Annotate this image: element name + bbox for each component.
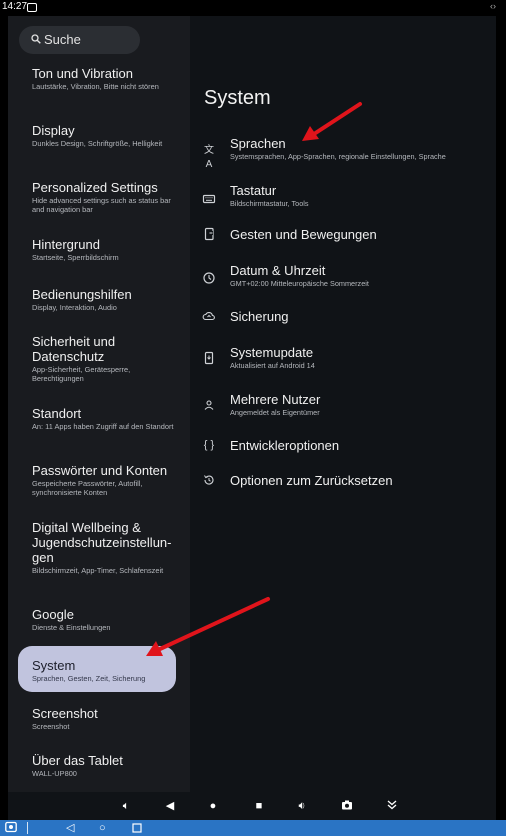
- setting-entwickleroptionen[interactable]: { } Entwickleroptionen: [190, 437, 496, 461]
- sidebar-item-ton-und-vibration[interactable]: Ton und Vibration Lautstärke, Vibration,…: [32, 66, 182, 91]
- recents-square-icon[interactable]: ■: [251, 799, 267, 813]
- sidebar-item-standort[interactable]: Standort An: 11 Apps haben Zugriff auf d…: [32, 406, 182, 431]
- navigation-bar: 🔈︎ ◀ ● ■ 🔉︎: [8, 792, 496, 820]
- volume-up-icon[interactable]: 🔉︎: [294, 799, 310, 813]
- sidebar-item-sicherheit-und-datenschutz[interactable]: Sicherheit und Datenschutz App-Sicherhei…: [32, 334, 182, 383]
- system-update-icon: [204, 351, 214, 365]
- setting-subtitle: Systemsprachen, App-Sprachen, regionale …: [230, 152, 446, 161]
- setting-datum-und-uhrzeit[interactable]: Datum & Uhrzeit GMT+02:00 Mitteleuropäis…: [190, 261, 496, 295]
- setting-sicherung[interactable]: Sicherung: [190, 308, 496, 332]
- sidebar-item-subtitle: Bildschirmzeit, App-Timer, Schlafenszeit: [32, 566, 164, 575]
- setting-title: Datum & Uhrzeit: [230, 263, 326, 278]
- setting-title: Tastatur: [230, 183, 277, 198]
- settings-screen: Suche Ton und Vibration Lautstärke, Vibr…: [8, 16, 496, 792]
- back-icon[interactable]: ◁: [66, 821, 74, 835]
- sidebar-item-subtitle: Dunkles Design, Schriftgröße, Helligkeit: [32, 139, 163, 148]
- screen-record-icon: [27, 3, 37, 12]
- setting-mehrere-nutzer[interactable]: Mehrere Nutzer Angemeldet als Eigentümer: [190, 390, 496, 424]
- reset-icon: [204, 475, 214, 485]
- sidebar-item-subtitle: Sprachen, Gesten, Zeit, Sicherung: [32, 674, 146, 683]
- sidebar-item-title: Bedienungshilfen: [32, 287, 132, 302]
- host-taskbar: ◁ ○: [0, 820, 506, 836]
- sidebar-item-title: Display: [32, 123, 75, 138]
- taskbar-divider: [27, 822, 28, 834]
- volume-down-icon[interactable]: 🔈︎: [118, 799, 134, 813]
- sidebar-item-subtitle: Dienste & Einstellungen: [32, 623, 111, 632]
- sidebar-item-subtitle: Screenshot: [32, 722, 70, 731]
- sidebar-item-ueber-das-tablet[interactable]: Über das Tablet WALL-UP800: [32, 753, 182, 778]
- gesture-icon: [204, 227, 214, 241]
- cloud-backup-icon: [202, 312, 215, 321]
- setting-title: Gesten und Bewegungen: [230, 227, 377, 242]
- sidebar-item-title: Standort: [32, 406, 82, 421]
- sidebar-item-passwoerter-und-konten[interactable]: Passwörter und Konten Gespeicherte Passw…: [32, 463, 182, 497]
- sidebar-item-title: Screenshot: [32, 706, 98, 721]
- sidebar-item-title: Google: [32, 607, 74, 622]
- settings-sidebar: Suche Ton und Vibration Lautstärke, Vibr…: [8, 16, 190, 792]
- sidebar-item-title: System: [32, 658, 76, 673]
- sidebar-item-subtitle: App-Sicherheit, Gerätesperre, Berechtigu…: [32, 365, 131, 383]
- sidebar-item-subtitle: Display, Interaktion, Audio: [32, 303, 117, 312]
- search-label: Suche: [44, 32, 81, 47]
- search-bar[interactable]: Suche: [19, 26, 140, 54]
- app-icon[interactable]: [5, 821, 17, 836]
- sidebar-item-display[interactable]: Display Dunkles Design, Schriftgröße, He…: [32, 123, 182, 148]
- page-title: System: [204, 87, 271, 109]
- developer-braces-icon: { }: [203, 439, 215, 451]
- sidebar-item-title: Hintergrund: [32, 237, 100, 252]
- sidebar-item-screenshot[interactable]: Screenshot Screenshot: [32, 706, 182, 731]
- sidebar-item-google[interactable]: Google Dienste & Einstellungen: [32, 607, 182, 632]
- setting-gesten-und-bewegungen[interactable]: Gesten und Bewegungen: [190, 226, 496, 250]
- sidebar-item-title: Passwörter und Konten: [32, 463, 168, 478]
- sidebar-item-subtitle: Gespeicherte Passwörter, Autofill, synch…: [32, 479, 143, 497]
- sidebar-item-title: Personalized Settings: [32, 180, 158, 195]
- setting-title: Systemupdate: [230, 345, 314, 360]
- setting-subtitle: Aktualisiert auf Android 14: [230, 361, 315, 370]
- recents-icon[interactable]: [132, 821, 142, 836]
- status-bar: 14:27 ‹›: [0, 0, 506, 16]
- sidebar-item-title: Ton und Vibration: [32, 66, 133, 81]
- sidebar-item-title: Über das Tablet: [32, 753, 123, 768]
- setting-title: Optionen zum Zurücksetzen: [230, 473, 393, 488]
- clock-icon: [203, 272, 215, 284]
- search-icon: [31, 34, 41, 44]
- sidebar-item-subtitle: An: 11 Apps haben Zugriff auf den Stando…: [32, 422, 174, 431]
- sidebar-item-title: Sicherheit und Datenschutz: [32, 334, 116, 364]
- setting-tastatur[interactable]: Tastatur Bildschirmtastatur, Tools: [190, 181, 496, 215]
- sidebar-item-system[interactable]: System Sprachen, Gesten, Zeit, Sicherung: [18, 646, 176, 692]
- sidebar-item-hintergrund[interactable]: Hintergrund Startseite, Sperrbildschirm: [32, 237, 182, 262]
- users-icon: [204, 400, 214, 410]
- setting-subtitle: GMT+02:00 Mitteleuropäische Sommerzeit: [230, 279, 369, 288]
- home-circle-icon[interactable]: ●: [205, 799, 221, 813]
- setting-optionen-zum-zuruecksetzen[interactable]: Optionen zum Zurücksetzen: [190, 472, 496, 496]
- sidebar-item-subtitle: Lautstärke, Vibration, Bitte nicht störe…: [32, 82, 159, 91]
- system-settings-pane: System 文A Sprachen Systemsprachen, App-S…: [190, 16, 496, 792]
- setting-title: Mehrere Nutzer: [230, 392, 321, 407]
- setting-subtitle: Bildschirmtastatur, Tools: [230, 199, 309, 208]
- home-icon[interactable]: ○: [99, 821, 106, 835]
- status-time: 14:27: [2, 1, 28, 12]
- setting-title: Sprachen: [230, 136, 286, 151]
- sidebar-item-personalized-settings[interactable]: Personalized Settings Hide advanced sett…: [32, 180, 182, 214]
- setting-title: Sicherung: [230, 309, 289, 324]
- sidebar-item-subtitle: Hide advanced settings such as status ba…: [32, 196, 171, 214]
- translate-icon: 文A: [204, 145, 214, 170]
- sidebar-item-subtitle: Startseite, Sperrbildschirm: [32, 253, 119, 262]
- sidebar-item-bedienungshilfen[interactable]: Bedienungshilfen Display, Interaktion, A…: [32, 287, 182, 312]
- collapse-chevron-icon[interactable]: [384, 799, 400, 815]
- setting-subtitle: Angemeldet als Eigentümer: [230, 408, 320, 417]
- sidebar-item-subtitle: WALL-UP800: [32, 769, 77, 778]
- setting-sprachen[interactable]: 文A Sprachen Systemsprachen, App-Sprachen…: [190, 134, 496, 170]
- status-right-indicator: ‹›: [490, 1, 496, 11]
- back-triangle-icon[interactable]: ◀: [162, 799, 178, 813]
- sidebar-item-title: Digital Wellbeing & Jugendschutzeinstell…: [32, 520, 172, 565]
- camera-icon[interactable]: [339, 799, 355, 815]
- setting-systemupdate[interactable]: Systemupdate Aktualisiert auf Android 14: [190, 343, 496, 377]
- setting-title: Entwickleroptionen: [230, 438, 340, 453]
- keyboard-icon: [202, 194, 216, 204]
- sidebar-item-digital-wellbeing[interactable]: Digital Wellbeing & Jugendschutzeinstell…: [32, 520, 182, 575]
